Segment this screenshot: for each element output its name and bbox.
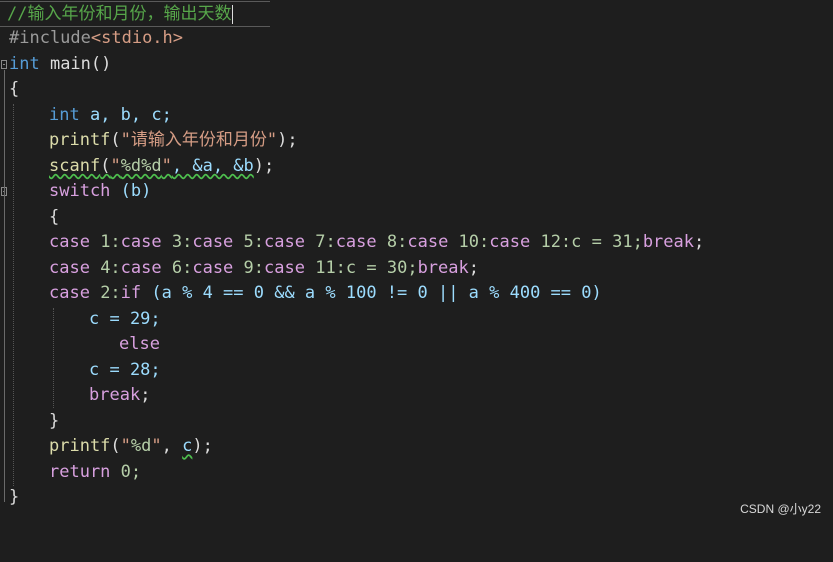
fold-toggle-icon[interactable] bbox=[1, 59, 7, 69]
switch-cond: (b) bbox=[110, 181, 152, 201]
close-brace: } bbox=[49, 410, 60, 431]
var-list: a, b, c; bbox=[79, 104, 172, 125]
format-specifier: %d bbox=[130, 436, 152, 456]
code-line-9[interactable]: { bbox=[0, 205, 833, 231]
indent-guide bbox=[13, 104, 14, 486]
watermark-text: CSDN @小y22 bbox=[740, 502, 821, 516]
open-brace: { bbox=[9, 79, 20, 99]
comment-text: //输入年份和月份，输出天数 bbox=[7, 4, 232, 24]
function-call-warning: scanf bbox=[49, 155, 101, 176]
var-warning: c bbox=[182, 436, 193, 456]
open-brace: { bbox=[49, 206, 60, 227]
code-line-17[interactable]: } bbox=[0, 409, 833, 435]
function-call: printf bbox=[49, 436, 111, 456]
code-line-20[interactable]: } bbox=[0, 485, 833, 511]
code-line-13[interactable]: c = 29; bbox=[0, 307, 833, 333]
format-specifier: %d%d bbox=[120, 155, 162, 176]
string-literal: "请输入年份和月份" bbox=[120, 130, 278, 150]
code-line-12[interactable]: case 2:if (a % 4 == 0 && a % 100 != 0 ||… bbox=[0, 281, 833, 307]
preprocessor-directive: #include bbox=[9, 28, 91, 48]
keyword-int: int bbox=[49, 104, 80, 125]
code-line-8[interactable]: switch (b) bbox=[0, 179, 833, 205]
keyword-return: return bbox=[49, 461, 111, 482]
code-line-16[interactable]: break; bbox=[0, 383, 833, 409]
text-caret bbox=[232, 4, 234, 24]
code-line-19[interactable]: return 0; bbox=[0, 460, 833, 486]
include-header: <stdio.h> bbox=[90, 28, 184, 48]
keyword-if: if bbox=[120, 283, 142, 303]
keyword-switch: switch bbox=[49, 181, 111, 201]
code-line-18[interactable]: printf("%d", c); bbox=[0, 434, 833, 460]
close-brace: } bbox=[9, 487, 20, 507]
code-line-6[interactable]: printf("请输入年份和月份"); bbox=[0, 128, 833, 154]
code-line-7[interactable]: scanf("%d%d", &a, &b); bbox=[0, 154, 833, 180]
code-line-11[interactable]: case 4:case 6:case 9:case 11:c = 30;brea… bbox=[0, 256, 833, 282]
indent-guide bbox=[53, 308, 54, 408]
arg-list: , &a, &b bbox=[171, 155, 254, 176]
function-decl: main() bbox=[39, 53, 112, 74]
function-call: printf bbox=[49, 130, 111, 150]
code-line-10[interactable]: case 1:case 3:case 5:case 7:case 8:case … bbox=[0, 230, 833, 256]
code-line-4[interactable]: { bbox=[0, 77, 833, 103]
code-line-1[interactable]: //输入年份和月份，输出天数 bbox=[0, 1, 270, 27]
code-line-14[interactable]: else bbox=[0, 332, 833, 358]
fold-region-line bbox=[4, 198, 5, 438]
keyword-int: int bbox=[9, 53, 40, 74]
code-line-2[interactable]: #include<stdio.h> bbox=[0, 26, 833, 52]
keyword-else: else bbox=[119, 334, 160, 354]
code-line-5[interactable]: int a, b, c; bbox=[0, 103, 833, 129]
code-editor[interactable]: //输入年份和月份，输出天数 #include<stdio.h> int mai… bbox=[0, 0, 833, 526]
code-line-15[interactable]: c = 28; bbox=[0, 358, 833, 384]
if-condition: (a % 4 == 0 && a % 100 != 0 || a % 400 =… bbox=[141, 283, 602, 303]
code-line-3[interactable]: int main() bbox=[0, 52, 833, 78]
